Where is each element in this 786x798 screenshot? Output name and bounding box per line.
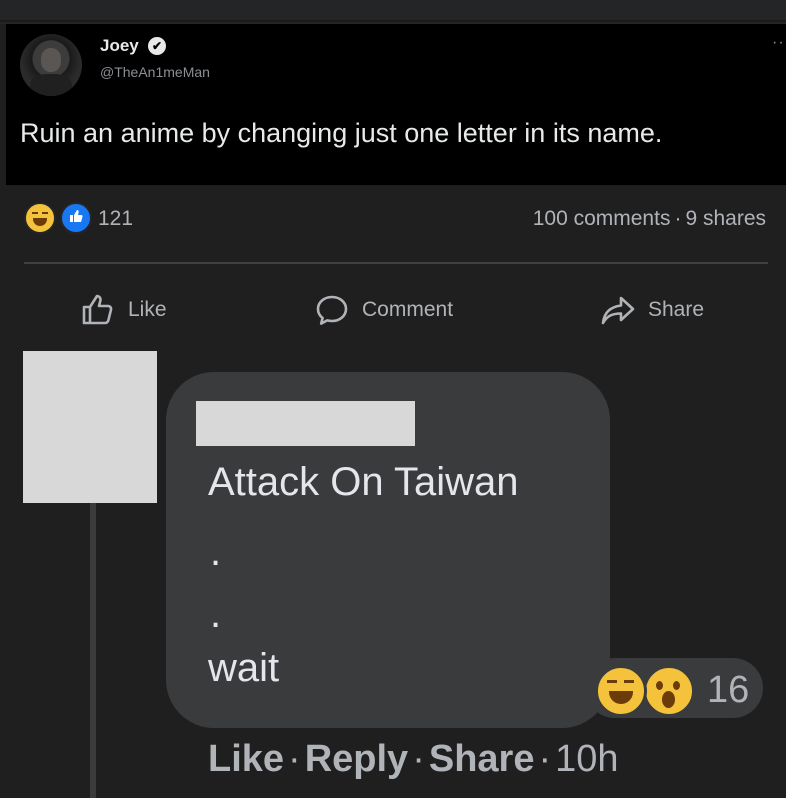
- tweet-text: Ruin an anime by changing just one lette…: [20, 118, 663, 148]
- share-button[interactable]: Share: [600, 288, 704, 332]
- haha-icon: [595, 665, 647, 717]
- top-divider: [0, 20, 786, 22]
- comment-reply-link[interactable]: Reply: [305, 738, 408, 780]
- like-label: Like: [128, 298, 167, 321]
- post-actions: Like Comment Share: [0, 274, 786, 344]
- separator: ·: [674, 207, 682, 230]
- comment-like-link[interactable]: Like: [208, 738, 284, 780]
- comment-text-line: wait: [208, 646, 280, 690]
- wow-eye: [656, 681, 663, 690]
- comment-label: Comment: [362, 298, 454, 321]
- comment-bubble: Attack On Taiwan . . wait: [166, 372, 610, 728]
- comments-count[interactable]: 100 comments: [533, 207, 671, 230]
- comment-button[interactable]: Comment: [314, 288, 453, 332]
- comment-reaction-count: 16: [707, 669, 750, 711]
- wow-icon: [643, 665, 695, 717]
- like-button[interactable]: Like: [80, 288, 167, 332]
- separator: ·: [412, 738, 425, 780]
- comment-text-line: .: [210, 592, 222, 636]
- thread-line: [90, 503, 96, 798]
- comment-share-link[interactable]: Share: [429, 738, 535, 780]
- tweet-author-name[interactable]: Joey: [100, 36, 139, 56]
- thumbs-up-icon: [70, 210, 83, 222]
- haha-mouth: [33, 218, 47, 226]
- haha-eye: [32, 212, 38, 217]
- top-band: [0, 0, 786, 24]
- comment-actions: Like · Reply · Share · 10h: [208, 738, 619, 781]
- avatar-face: [41, 48, 61, 72]
- share-icon: [601, 296, 635, 325]
- comment-icon: [316, 295, 348, 325]
- haha-eye: [607, 680, 617, 688]
- haha-icon[interactable]: [24, 202, 56, 234]
- comment-text-line: .: [210, 530, 222, 574]
- comment-reactions[interactable]: 16: [585, 658, 763, 718]
- post-counts: 100 comments · 9 shares: [533, 207, 766, 231]
- comment-timestamp[interactable]: 10h: [555, 738, 618, 780]
- share-label: Share: [648, 298, 705, 321]
- haha-mouth: [609, 691, 633, 704]
- tweet-author-handle[interactable]: @TheAn1meMan: [100, 64, 210, 80]
- haha-eye: [624, 680, 634, 688]
- haha-eye: [42, 212, 48, 217]
- commenter-avatar-redacted: [23, 351, 157, 503]
- verified-badge-icon: ✔: [148, 37, 166, 55]
- reaction-count[interactable]: 121: [98, 207, 133, 231]
- commenter-name-redacted: [196, 401, 415, 446]
- comment-text-line: Attack On Taiwan: [208, 460, 519, 504]
- post-stats: 121 100 comments · 9 shares: [0, 185, 786, 255]
- stats-divider: [24, 262, 768, 264]
- separator: ·: [538, 738, 552, 780]
- wow-eye: [673, 681, 680, 690]
- avatar-body: [30, 74, 72, 96]
- like-icon: [82, 294, 113, 325]
- shares-count[interactable]: 9 shares: [685, 207, 766, 230]
- separator: ·: [288, 738, 301, 780]
- like-icon[interactable]: [60, 202, 92, 234]
- wow-mouth: [662, 691, 675, 708]
- embedded-tweet: Joey ✔ @TheAn1meMan ·· Ruin an anime by …: [6, 24, 786, 185]
- tweet-avatar[interactable]: [20, 34, 82, 96]
- more-options-icon[interactable]: ··: [772, 34, 785, 52]
